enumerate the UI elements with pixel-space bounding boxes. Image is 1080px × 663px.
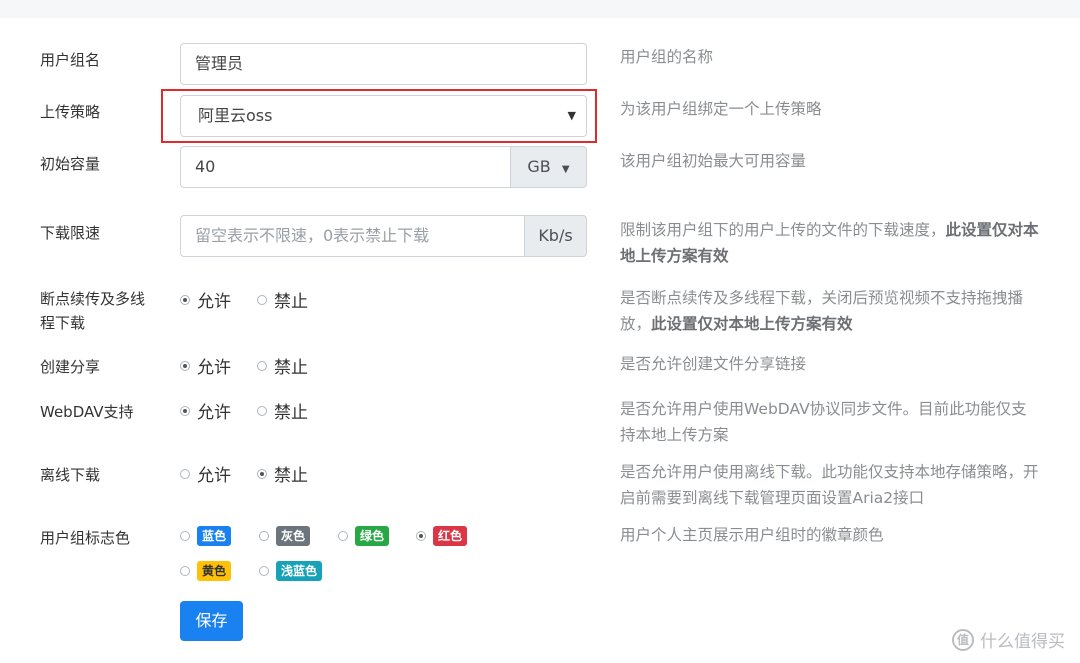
speed-unit: Kb/s [524,215,587,257]
color-green-radio[interactable]: 绿色 [338,526,390,546]
caret-down-icon: ▼ [567,109,576,122]
resume-deny-radio[interactable]: 禁止 [257,287,308,312]
resume-allow-radio[interactable]: 允许 [180,287,231,312]
radio-unchecked-icon [259,531,269,541]
color-desc: 用户个人主页展示用户组时的徽章颜色 [620,526,884,544]
badge-green: 绿色 [355,526,390,546]
group-name-desc: 用户组的名称 [620,48,714,66]
group-name-input[interactable]: 管理员 [180,43,587,85]
radio-checked-icon [180,294,190,305]
radio-unchecked-icon [180,566,190,576]
capacity-unit: GB [527,157,551,176]
color-gray-radio[interactable]: 灰色 [259,526,311,546]
resume-desc-bold: 此设置仅对本地上传方案有效 [651,315,853,333]
watermark-icon: 值 [952,628,974,651]
radio-unchecked-icon [257,405,267,416]
capacity-input[interactable]: 40 [180,146,511,188]
group-name-label: 用户组名 [40,51,101,69]
radio-checked-icon [257,468,267,479]
speed-desc: 限制该用户组下的用户上传的文件的下载速度，此设置仅对本地上传方案有效 [620,221,1039,265]
color-yellow-radio[interactable]: 黄色 [180,561,232,581]
badge-gray: 灰色 [276,526,311,546]
offline-label: 离线下载 [40,466,101,484]
offline-desc: 是否允许用户使用离线下载。此功能仅支持本地存储策略，开启前需要到离线下载管理页面… [620,463,1039,507]
capacity-desc: 该用户组初始最大可用容量 [620,152,807,170]
webdav-desc: 是否允许用户使用WebDAV协议同步文件。目前此功能仅支持本地上传方案 [620,400,1027,444]
color-red-radio[interactable]: 红色 [416,526,468,546]
radio-unchecked-icon [338,531,348,541]
offline-allow-radio[interactable]: 允许 [180,461,231,486]
radio-checked-icon [180,360,190,371]
speed-placeholder: 留空表示不限速，0表示禁止下载 [195,226,430,245]
capacity-label: 初始容量 [40,155,101,173]
webdav-label: WebDAV支持 [40,403,134,421]
watermark-logo: 值 什么值得买 [952,627,1065,652]
upload-policy-desc: 为该用户组绑定一个上传策略 [620,100,822,118]
radio-unchecked-icon [180,468,190,479]
speed-label: 下载限速 [40,224,101,242]
share-label: 创建分享 [40,358,101,376]
color-label: 用户组标志色 [40,529,131,547]
color-lightblue-radio[interactable]: 浅蓝色 [259,561,323,581]
speed-input[interactable]: 留空表示不限速，0表示禁止下载 [180,215,525,257]
offline-deny-radio[interactable]: 禁止 [257,461,308,486]
radio-unchecked-icon [180,531,190,541]
badge-red: 红色 [433,526,468,546]
caret-down-icon: ▼ [561,164,570,175]
color-blue-radio[interactable]: 蓝色 [180,526,232,546]
radio-unchecked-icon [257,294,267,305]
webdav-deny-radio[interactable]: 禁止 [257,398,308,423]
save-button[interactable]: 保存 [180,601,243,641]
upload-policy-value: 阿里云oss [198,106,273,125]
radio-unchecked-icon [257,360,267,371]
share-desc: 是否允许创建文件分享链接 [620,355,807,373]
radio-unchecked-icon [259,566,269,576]
resume-desc: 是否断点续传及多线程下载，关闭后预览视频不支持拖拽播放，此设置仅对本地上传方案有… [620,289,1024,333]
upload-policy-label: 上传策略 [40,103,101,121]
radio-checked-icon [416,531,426,541]
badge-yellow: 黄色 [197,561,232,581]
radio-checked-icon [180,405,190,416]
badge-blue: 蓝色 [197,526,232,546]
badge-lightblue: 浅蓝色 [276,561,323,581]
webdav-allow-radio[interactable]: 允许 [180,398,231,423]
share-deny-radio[interactable]: 禁止 [257,353,308,378]
upload-policy-select[interactable]: 阿里云oss ▼ [180,95,587,137]
share-allow-radio[interactable]: 允许 [180,353,231,378]
watermark-text: 什么值得买 [980,632,1065,652]
resume-label: 断点续传及多线程下载 [40,290,146,332]
capacity-unit-dropdown[interactable]: GB ▼ [510,146,587,188]
